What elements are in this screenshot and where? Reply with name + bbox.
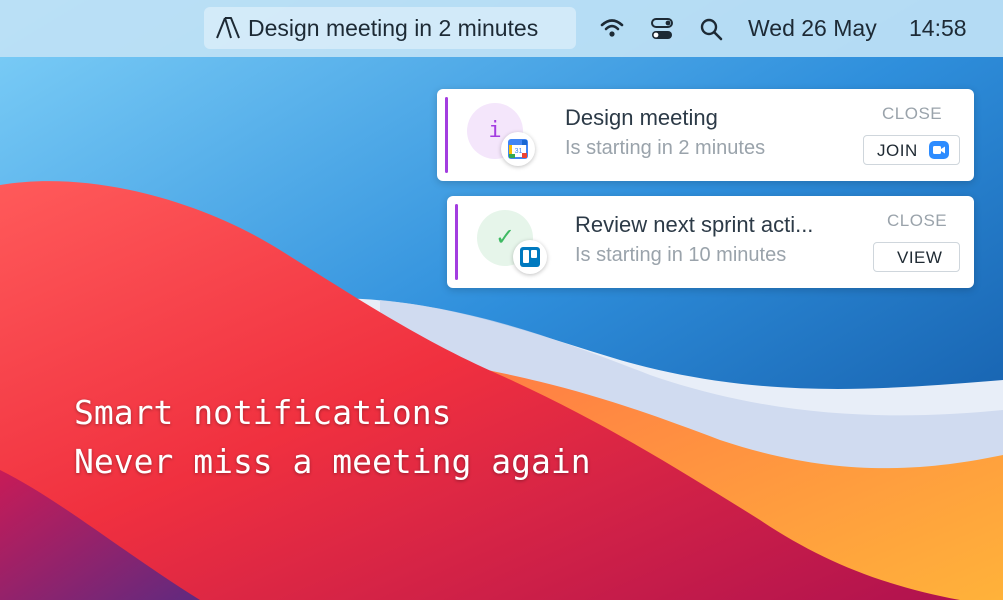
- trello-icon: [513, 240, 547, 274]
- menubar-event-text: Design meeting in 2 minutes: [248, 15, 539, 41]
- svg-text:31: 31: [515, 148, 523, 155]
- menubar-event-item[interactable]: Design meeting in 2 minutes: [204, 7, 576, 49]
- notification-sprint-review[interactable]: ✓ Review next sprint acti... Is starting…: [447, 196, 974, 288]
- tagline-line-1: Smart notifications: [74, 393, 452, 432]
- notification-accent-bar: [455, 204, 458, 280]
- menu-bar: Design meeting in 2 minutes Wed 26 May 1…: [0, 0, 1003, 57]
- search-icon[interactable]: [699, 17, 723, 41]
- close-button[interactable]: CLOSE: [887, 211, 947, 231]
- view-button[interactable]: VIEW: [873, 242, 960, 272]
- tagline-line-2: Never miss a meeting again: [74, 442, 591, 481]
- notification-accent-bar: [445, 97, 448, 173]
- notification-title: Design meeting: [565, 105, 718, 130]
- zoom-video-icon: [929, 141, 949, 159]
- notification-subtitle: Is starting in 10 minutes: [575, 244, 787, 266]
- join-button-label: JOIN: [877, 141, 918, 160]
- notification-design-meeting[interactable]: i 31 Design meeting Is starting in 2 min…: [437, 89, 974, 181]
- google-calendar-icon: 31: [501, 132, 535, 166]
- close-button[interactable]: CLOSE: [882, 104, 942, 124]
- wifi-icon[interactable]: [600, 18, 624, 38]
- control-center-icon[interactable]: [651, 17, 673, 41]
- menubar-time[interactable]: 14:58: [909, 15, 967, 42]
- notification-subtitle: Is starting in 2 minutes: [565, 137, 766, 159]
- join-button[interactable]: JOIN: [863, 135, 960, 165]
- notification-title: Review next sprint acti...: [575, 212, 814, 237]
- menubar-date[interactable]: Wed 26 May: [748, 15, 877, 42]
- view-button-label: VIEW: [897, 248, 943, 267]
- app-logo-icon: [216, 17, 240, 39]
